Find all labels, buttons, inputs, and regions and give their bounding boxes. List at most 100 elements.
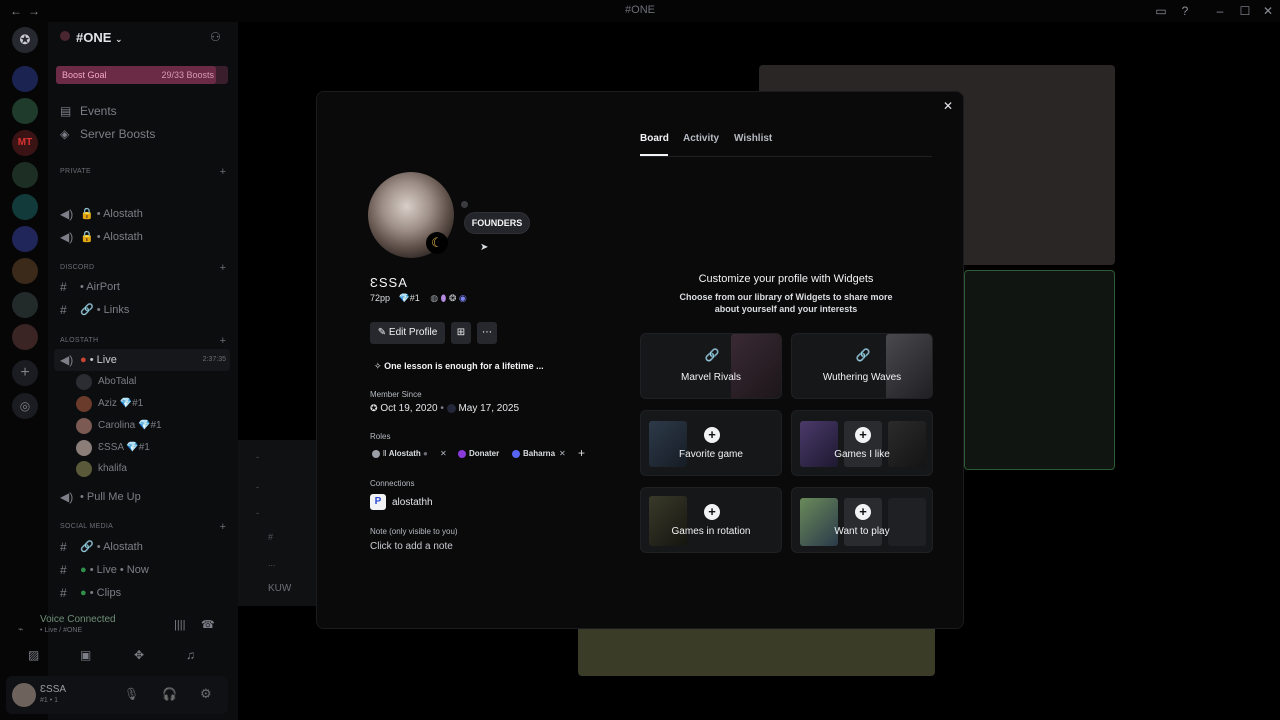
- hash-icon: #: [60, 563, 67, 577]
- avatar[interactable]: [12, 683, 36, 707]
- category-private[interactable]: PRIVATE: [60, 168, 91, 175]
- badge-icon[interactable]: ❂: [449, 293, 457, 303]
- discover-icon[interactable]: ◎: [12, 393, 38, 419]
- bubble-dot: [461, 201, 468, 208]
- connection-name[interactable]: alostathh: [392, 497, 433, 508]
- close-icon[interactable]: ✕: [937, 96, 959, 116]
- voice-user[interactable]: AboTalal: [74, 372, 224, 392]
- add-server-icon[interactable]: +: [12, 360, 38, 386]
- role-pill[interactable]: Donater: [458, 447, 499, 461]
- widget-card-wuthering-waves[interactable]: 🔗 Wuthering Waves: [791, 333, 933, 399]
- speaker-icon: ◀): [60, 353, 74, 367]
- note-input[interactable]: Click to add a note: [370, 541, 453, 552]
- edit-profile-button[interactable]: ✎ Edit Profile: [370, 322, 445, 344]
- voice-channel-private-1[interactable]: ◀) 🔒 • Alostath: [54, 203, 230, 225]
- live-timer: 2:37:35: [202, 356, 226, 363]
- remove-role-icon[interactable]: ✕: [559, 447, 566, 461]
- invite-icon[interactable]: ⚇: [210, 30, 221, 44]
- camera-off-icon[interactable]: ▨: [28, 648, 48, 666]
- voice-user[interactable]: Aziz 💎#1: [74, 394, 224, 414]
- disconnect-icon[interactable]: ☎: [201, 618, 215, 631]
- separator: •: [440, 403, 447, 414]
- noise-suppression-icon[interactable]: ||||: [174, 619, 185, 631]
- discord-home-icon[interactable]: ✪: [12, 27, 38, 53]
- category-alostath[interactable]: ALOSTATH: [60, 337, 98, 344]
- remove-role-icon[interactable]: ✕: [440, 447, 447, 461]
- widget-card-favorite-game[interactable]: + Favorite game: [640, 410, 782, 476]
- voice-channel-pull[interactable]: ◀) • Pull Me Up: [54, 486, 230, 508]
- badge-icon[interactable]: ◍: [430, 293, 438, 303]
- guild-name[interactable]: #ONE ⌄: [76, 30, 123, 45]
- more-options-icon[interactable]: ⋯: [477, 322, 497, 344]
- voice-user[interactable]: khalifa: [74, 459, 224, 479]
- founders-badge[interactable]: FOUNDERS: [464, 212, 530, 234]
- server-boosts-item[interactable]: ◈ Server Boosts: [54, 123, 230, 145]
- microphone-icon[interactable]: 🎙: [124, 687, 139, 701]
- widget-card-games-i-like[interactable]: + Games I like: [791, 410, 933, 476]
- soundboard-icon[interactable]: ♫: [186, 648, 206, 666]
- server-icon[interactable]: [12, 226, 38, 252]
- add-channel-icon[interactable]: +: [220, 521, 226, 533]
- tab-activity[interactable]: Activity: [683, 133, 719, 144]
- gift-icon[interactable]: ⊞: [451, 322, 471, 344]
- add-channel-icon[interactable]: +: [220, 166, 226, 178]
- role-pill[interactable]: Baharna: [512, 447, 555, 461]
- boost-goal-bar[interactable]: Boost Goal 29/33 Boosts: [56, 66, 228, 84]
- voice-user[interactable]: ƐSSA 💎#1: [74, 438, 224, 458]
- voice-status[interactable]: Voice Connected: [40, 614, 116, 625]
- inbox-icon[interactable]: ▭: [1153, 3, 1169, 19]
- plus-icon: +: [704, 427, 720, 443]
- game-art-thumbnail: [731, 334, 781, 398]
- forward-arrow-icon[interactable]: →: [26, 3, 42, 19]
- playstation-icon: P: [370, 494, 386, 510]
- add-channel-icon[interactable]: +: [220, 335, 226, 347]
- widget-card-label: Want to play: [834, 526, 890, 537]
- settings-gear-icon[interactable]: ⚙: [200, 686, 212, 702]
- mini-list-item: -: [256, 452, 259, 462]
- text-channel-airport[interactable]: # • AirPort: [54, 276, 230, 298]
- voice-channel-live[interactable]: ◀) ● • Live 2:37:35: [54, 349, 230, 371]
- voice-user[interactable]: Carolina 💎#1: [74, 416, 224, 436]
- server-tag[interactable]: 💎#1: [399, 293, 420, 303]
- events-item[interactable]: ▤ Events: [54, 100, 230, 122]
- server-icon[interactable]: [12, 66, 38, 92]
- tab-board[interactable]: Board: [640, 133, 669, 144]
- category-social[interactable]: SOCIAL MEDIA: [60, 523, 113, 530]
- mouse-cursor-icon: ➤: [480, 242, 489, 253]
- activities-icon[interactable]: ✥: [134, 648, 154, 666]
- member-since-values: ✪ Oct 19, 2020 • May 17, 2025: [370, 403, 519, 414]
- add-channel-icon[interactable]: +: [220, 262, 226, 274]
- server-icon[interactable]: MT: [12, 130, 38, 156]
- badge-icon[interactable]: ◉: [459, 293, 467, 303]
- widget-card-want-to-play[interactable]: + Want to play: [791, 487, 933, 553]
- voice-channel-private-2[interactable]: ◀) 🔒 • Alostath: [54, 226, 230, 248]
- text-channel-social-3[interactable]: # ● • Clips: [54, 582, 230, 604]
- help-icon[interactable]: ?: [1177, 3, 1193, 19]
- widget-card-games-in-rotation[interactable]: + Games in rotation: [640, 487, 782, 553]
- hash-icon: #: [60, 280, 67, 294]
- add-role-icon[interactable]: +: [578, 446, 585, 460]
- server-icon[interactable]: [12, 324, 38, 350]
- profile-subline: 72pp 💎#1 ◍ ⬮ ❂ ◉: [370, 293, 467, 304]
- text-channel-links[interactable]: # 🔗 • Links: [54, 299, 230, 321]
- screen-share-icon[interactable]: ▣: [80, 648, 100, 666]
- back-arrow-icon[interactable]: ←: [8, 3, 24, 19]
- role-pill[interactable]: ll Alostath ●: [372, 447, 428, 461]
- text-channel-social-2[interactable]: # ● • Live • Now: [54, 559, 230, 581]
- badge-icon[interactable]: ⬮: [441, 293, 447, 303]
- server-icon[interactable]: [12, 258, 38, 284]
- headphones-icon[interactable]: 🎧: [162, 687, 177, 701]
- widget-card-marvel-rivals[interactable]: 🔗 Marvel Rivals: [640, 333, 782, 399]
- window-close-icon[interactable]: ✕: [1260, 3, 1276, 19]
- server-icon[interactable]: [12, 162, 38, 188]
- category-discord[interactable]: DISCORD: [60, 264, 94, 271]
- tab-wishlist[interactable]: Wishlist: [734, 133, 772, 144]
- channel-label: • Live • Now: [89, 564, 149, 576]
- text-channel-social-1[interactable]: # 🔗 • Alostath: [54, 536, 230, 558]
- server-icon[interactable]: [12, 292, 38, 318]
- server-icon[interactable]: [12, 98, 38, 124]
- server-icon[interactable]: [12, 194, 38, 220]
- minimize-icon[interactable]: –: [1212, 3, 1228, 19]
- maximize-icon[interactable]: ☐: [1237, 3, 1253, 19]
- pronouns: 72pp: [370, 293, 391, 303]
